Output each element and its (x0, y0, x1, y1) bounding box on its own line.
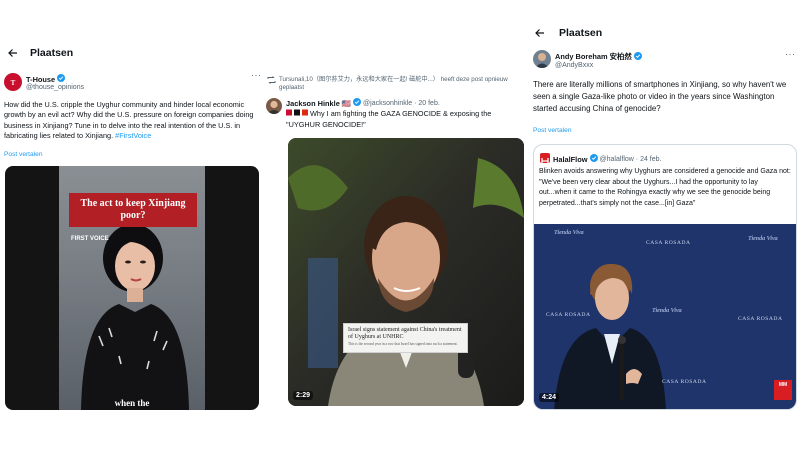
arrow-left-icon[interactable] (529, 22, 551, 44)
backdrop-brand-right: Tienda Viva (748, 236, 778, 242)
video-duration: 2:29 (293, 391, 314, 400)
page-title: Plaatsen (559, 27, 603, 39)
quoted-post[interactable]: HalalFlow @halalflow · 24 feb. Blinken a… (533, 144, 797, 410)
verified-badge-icon (353, 98, 362, 108)
svg-text:T: T (11, 79, 16, 87)
video-player[interactable]: The act to keep Xinjiang poor? FIRST VOI… (5, 166, 259, 410)
author-name[interactable]: Andy Boreham 安柏然 (555, 51, 632, 62)
tweet-text: There are literally millions of smartpho… (533, 80, 787, 113)
quoted-author-line: HalalFlow @halalflow · 24 feb. (553, 154, 661, 164)
author-handle[interactable]: @jacksonhinkle · 20 feb. (363, 100, 440, 107)
news-label: Israel signs statement against China's t… (343, 323, 468, 353)
repost-text[interactable]: Tursunali,10（图尔荪艾力，永远和大家在一起! 磁舵中...） hee… (279, 76, 527, 92)
verified-badge-icon (589, 154, 598, 164)
video-frame (288, 138, 524, 406)
post-panel-jackson: Tursunali,10（图尔荪艾力，永远和大家在一起! 磁舵中...） hee… (265, 74, 528, 410)
quoted-author-name: HalalFlow (553, 154, 588, 164)
author-line: Andy Boreham 安柏然 (555, 51, 644, 62)
video-player[interactable]: Israel signs statement against China's t… (288, 138, 524, 406)
more-options-icon[interactable]: ··· (251, 70, 262, 80)
author-handle[interactable]: @thouse_opinions (26, 84, 84, 91)
casa-rosada-label-bottom: CASA ROSADA (662, 379, 707, 385)
verified-badge-icon (633, 51, 642, 62)
author-line: T-House (26, 74, 67, 84)
backdrop-brand: Tienda Viva (554, 230, 584, 236)
tweet-text: Why I am fighting the GAZA GENOCIDE & ex… (286, 109, 524, 130)
avatar[interactable]: T (4, 73, 22, 91)
author-name[interactable]: T-House (26, 75, 55, 84)
avatar[interactable] (533, 50, 551, 68)
verified-badge-icon (57, 74, 66, 84)
news-label-title: Israel signs statement against China's t… (348, 327, 462, 340)
channel-logo: MM (774, 380, 792, 400)
hashtag-link[interactable]: #FirstVoice (115, 131, 151, 140)
repost-indicator: Tursunali,10（图尔荪艾力，永远和大家在一起! 磁舵中...） hee… (267, 76, 527, 92)
post-panel-andy: Plaatsen Andy Boreham 安柏然 @AndyBxxx ··· … (529, 18, 800, 416)
repost-icon (267, 76, 279, 92)
quoted-author-handle: @halalflow · 24 feb. (599, 155, 662, 163)
avatar (540, 153, 550, 163)
post-panel-thouse: Plaatsen T T-House @thouse_opinions ··· … (0, 38, 264, 410)
quoted-text: Blinken avoids answering why Uyghurs are… (539, 168, 791, 207)
more-options-icon[interactable]: ··· (785, 49, 796, 59)
post-header: Plaatsen (529, 18, 800, 48)
tweet-text: How did the U.S. cripple the Uyghur comm… (4, 100, 259, 142)
author-name[interactable]: Jackson Hinkle (286, 99, 340, 108)
casa-rosada-label-left: CASA ROSADA (546, 312, 591, 318)
tweet-body: Why I am fighting the GAZA GENOCIDE & ex… (286, 109, 492, 129)
news-label-subtitle: This is the second year in a row that Is… (348, 342, 458, 346)
translate-post-link[interactable]: Post vertalen (533, 127, 571, 134)
avatar[interactable] (266, 98, 282, 114)
translate-post-link[interactable]: Post vertalen (4, 151, 42, 158)
backdrop-brand-center: Tienda Viva (652, 308, 682, 314)
video-caption-top: The act to keep Xinjiang poor? (69, 193, 197, 227)
video-player[interactable]: Tienda Viva CASA ROSADA Tienda Viva CASA… (534, 224, 796, 409)
video-caption-bottom: when the (114, 398, 150, 408)
flag-emoji: 🇺🇸 (341, 98, 352, 108)
video-duration: 4:24 (539, 393, 560, 402)
post-header: Plaatsen (0, 38, 264, 68)
arrow-left-icon[interactable] (2, 42, 24, 64)
author-line: Jackson Hinkle 🇺🇸 @jacksonhinkle · 20 fe… (286, 98, 440, 108)
casa-rosada-label-right: CASA ROSADA (738, 316, 783, 322)
flag-row-icon (286, 109, 308, 119)
author-handle[interactable]: @AndyBxxx (555, 62, 593, 69)
channel-logo: FIRST VOICE (71, 236, 109, 242)
casa-rosada-label: CASA ROSADA (646, 240, 691, 246)
page-title: Plaatsen (30, 47, 74, 59)
